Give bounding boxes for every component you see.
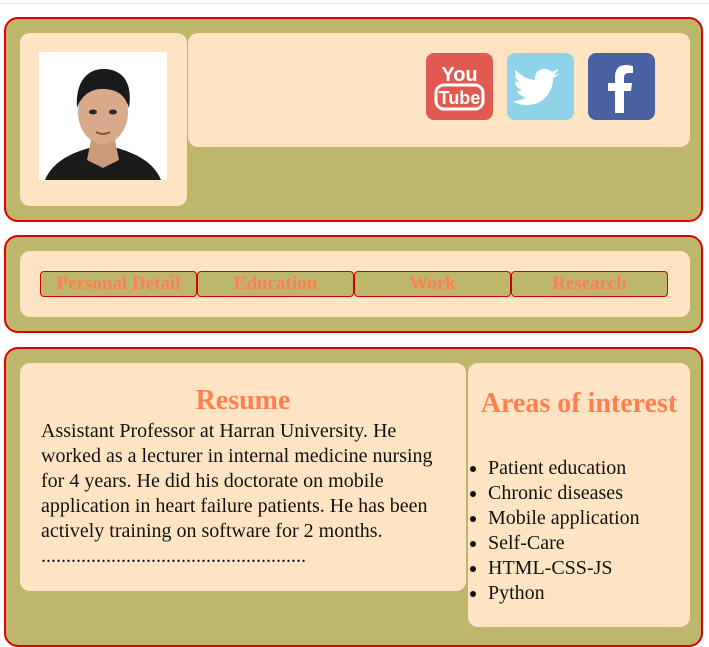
youtube-link[interactable]: You Tube: [426, 53, 493, 120]
nav-research-button[interactable]: Research: [511, 271, 668, 297]
nav-card: Personal Detail Education Work Research: [20, 251, 690, 317]
nav-personal-detail-button[interactable]: Personal Detail: [40, 271, 197, 297]
interest-item: HTML-CSS-JS: [488, 556, 640, 581]
interests-list: Patient education Chronic diseases Mobil…: [468, 456, 640, 606]
navigation-section: Personal Detail Education Work Research: [4, 235, 703, 333]
svg-text:Tube: Tube: [439, 88, 481, 108]
facebook-icon: [608, 65, 633, 113]
interest-item: Patient education: [488, 456, 640, 481]
social-links-card: You Tube: [188, 33, 690, 147]
interests-title: Areas of interest: [480, 388, 678, 419]
interest-item: Python: [488, 581, 640, 606]
person-portrait-icon: [39, 52, 167, 180]
twitter-icon: [513, 69, 561, 105]
interest-item: Mobile application: [488, 506, 640, 531]
photo-card: [20, 33, 187, 206]
svg-text:You: You: [441, 64, 477, 86]
youtube-icon: You Tube: [434, 64, 485, 111]
facebook-link[interactable]: [588, 53, 655, 120]
resume-text: Assistant Professor at Harran University…: [41, 420, 433, 567]
nav-work-button[interactable]: Work: [354, 271, 511, 297]
header-section: You Tube: [4, 17, 703, 222]
nav-education-button[interactable]: Education: [197, 271, 354, 297]
interest-item: Chronic diseases: [488, 481, 640, 506]
twitter-link[interactable]: [507, 53, 574, 120]
resume-card: Resume Assistant Professor at Harran Uni…: [20, 363, 466, 591]
profile-photo: [39, 52, 167, 180]
resume-title: Resume: [195, 385, 291, 416]
interests-card: Areas of interest Patient education Chro…: [468, 363, 690, 627]
top-divider: [0, 3, 709, 4]
interest-item: Self-Care: [488, 531, 640, 556]
content-section: Resume Assistant Professor at Harran Uni…: [4, 347, 703, 647]
